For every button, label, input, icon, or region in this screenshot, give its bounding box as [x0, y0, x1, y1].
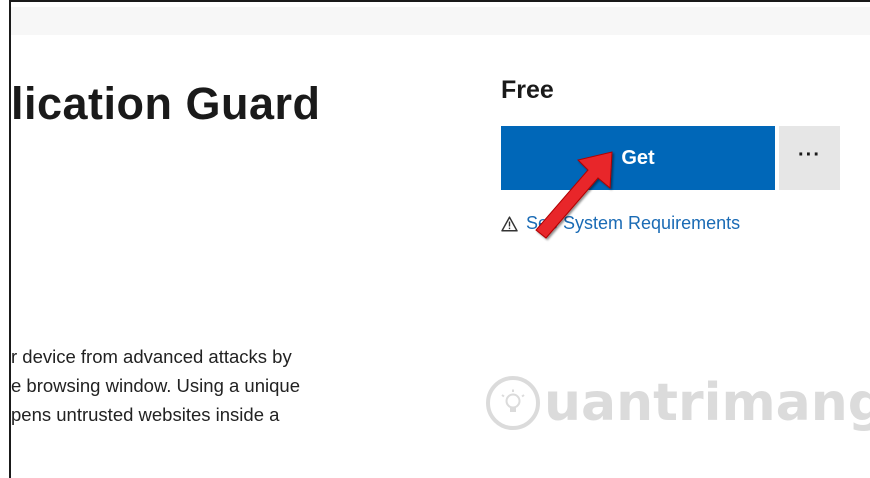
more-options-button[interactable]: ···: [779, 126, 840, 190]
get-button-label: Get: [621, 146, 655, 169]
watermark-text: uantrimang: [544, 373, 870, 433]
description-line: r device from advanced attacks by: [11, 346, 292, 367]
description-line: pens untrusted websites inside a: [11, 404, 280, 425]
system-requirements-link[interactable]: See System Requirements: [501, 213, 740, 234]
warning-triangle-icon: [501, 215, 518, 232]
app-description: r device from advanced attacks by e brow…: [11, 342, 371, 429]
app-title: lication Guard: [11, 78, 321, 129]
ellipsis-icon: ···: [798, 144, 821, 166]
description-line: e browsing window. Using a unique: [11, 375, 300, 396]
header-band: [11, 7, 870, 35]
get-button[interactable]: Get: [501, 126, 775, 190]
price-label: Free: [501, 76, 554, 104]
lightbulb-icon: [486, 376, 540, 430]
watermark: uantrimang: [486, 373, 870, 433]
system-requirements-label: See System Requirements: [526, 213, 741, 233]
window-top-border: [9, 0, 870, 7]
